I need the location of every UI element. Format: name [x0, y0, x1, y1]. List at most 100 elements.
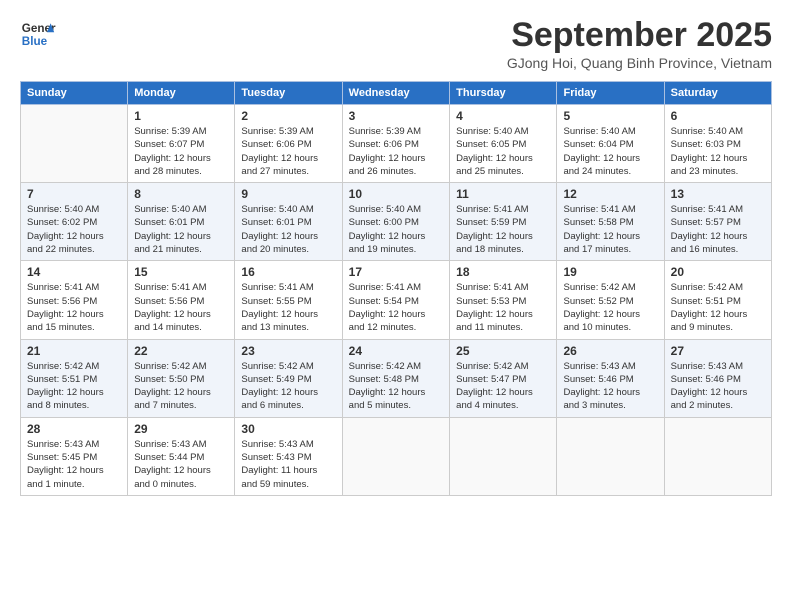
page-header: General Blue September 2025 GJong Hoi, Q…	[20, 16, 772, 71]
calendar-cell: 14 Sunrise: 5:41 AM Sunset: 5:56 PM Dayli…	[21, 261, 128, 339]
weekday-header-friday: Friday	[557, 82, 664, 105]
calendar-cell: 11Sunrise: 5:41 AM Sunset: 5:59 PM Dayli…	[450, 183, 557, 261]
day-info: Sunrise: 5:40 AM Sunset: 6:05 PM Dayligh…	[456, 125, 550, 178]
day-number: 27	[671, 344, 765, 358]
day-info: Sunrise: 5:41 AM Sunset: 5:54 PM Dayligh…	[349, 281, 444, 334]
calendar-cell	[450, 417, 557, 495]
calendar-cell	[664, 417, 771, 495]
weekday-header-wednesday: Wednesday	[342, 82, 450, 105]
day-info: Sunrise: 5:39 AM Sunset: 6:07 PM Dayligh…	[134, 125, 228, 178]
day-number: 14	[27, 265, 121, 279]
day-info: Sunrise: 5:41 AM Sunset: 5:56 PM Dayligh…	[27, 281, 121, 334]
day-info: Sunrise: 5:43 AM Sunset: 5:43 PM Dayligh…	[241, 438, 335, 491]
day-info: Sunrise: 5:43 AM Sunset: 5:46 PM Dayligh…	[563, 360, 657, 413]
week-row-2: 7Sunrise: 5:40 AM Sunset: 6:02 PM Daylig…	[21, 183, 772, 261]
day-info: Sunrise: 5:41 AM Sunset: 5:58 PM Dayligh…	[563, 203, 657, 256]
weekday-header-sunday: Sunday	[21, 82, 128, 105]
day-number: 17	[349, 265, 444, 279]
calendar-cell: 7Sunrise: 5:40 AM Sunset: 6:02 PM Daylig…	[21, 183, 128, 261]
day-number: 6	[671, 109, 765, 123]
calendar-cell: 23 Sunrise: 5:42 AM Sunset: 5:49 PM Dayli…	[235, 339, 342, 417]
calendar-cell: 30 Sunrise: 5:43 AM Sunset: 5:43 PM Dayli…	[235, 417, 342, 495]
calendar-cell: 29 Sunrise: 5:43 AM Sunset: 5:44 PM Dayli…	[128, 417, 235, 495]
day-info: Sunrise: 5:41 AM Sunset: 5:55 PM Dayligh…	[241, 281, 335, 334]
day-info: Sunrise: 5:42 AM Sunset: 5:50 PM Dayligh…	[134, 360, 228, 413]
title-area: September 2025 GJong Hoi, Quang Binh Pro…	[507, 16, 772, 71]
day-info: Sunrise: 5:42 AM Sunset: 5:49 PM Dayligh…	[241, 360, 335, 413]
calendar-cell: 24 Sunrise: 5:42 AM Sunset: 5:48 PM Dayli…	[342, 339, 450, 417]
weekday-header-thursday: Thursday	[450, 82, 557, 105]
calendar-cell: 15 Sunrise: 5:41 AM Sunset: 5:56 PM Dayli…	[128, 261, 235, 339]
calendar-cell: 6 Sunrise: 5:40 AM Sunset: 6:03 PM Daylig…	[664, 105, 771, 183]
day-number: 20	[671, 265, 765, 279]
day-info: Sunrise: 5:42 AM Sunset: 5:51 PM Dayligh…	[671, 281, 765, 334]
weekday-header-monday: Monday	[128, 82, 235, 105]
calendar-cell: 3 Sunrise: 5:39 AM Sunset: 6:06 PM Daylig…	[342, 105, 450, 183]
day-number: 9	[241, 187, 335, 201]
logo: General Blue	[20, 16, 56, 52]
day-number: 15	[134, 265, 228, 279]
logo-icon: General Blue	[20, 16, 56, 52]
calendar-cell: 22 Sunrise: 5:42 AM Sunset: 5:50 PM Dayli…	[128, 339, 235, 417]
location-title: GJong Hoi, Quang Binh Province, Vietnam	[507, 55, 772, 71]
day-number: 24	[349, 344, 444, 358]
calendar-cell: 26 Sunrise: 5:43 AM Sunset: 5:46 PM Dayli…	[557, 339, 664, 417]
day-number: 10	[349, 187, 444, 201]
day-number: 22	[134, 344, 228, 358]
day-info: Sunrise: 5:39 AM Sunset: 6:06 PM Dayligh…	[241, 125, 335, 178]
day-info: Sunrise: 5:40 AM Sunset: 6:03 PM Dayligh…	[671, 125, 765, 178]
day-info: Sunrise: 5:42 AM Sunset: 5:51 PM Dayligh…	[27, 360, 121, 413]
day-info: Sunrise: 5:41 AM Sunset: 5:57 PM Dayligh…	[671, 203, 765, 256]
calendar-header-row: SundayMondayTuesdayWednesdayThursdayFrid…	[21, 82, 772, 105]
week-row-4: 21 Sunrise: 5:42 AM Sunset: 5:51 PM Dayli…	[21, 339, 772, 417]
day-info: Sunrise: 5:43 AM Sunset: 5:44 PM Dayligh…	[134, 438, 228, 491]
day-number: 23	[241, 344, 335, 358]
day-number: 13	[671, 187, 765, 201]
calendar-cell: 10Sunrise: 5:40 AM Sunset: 6:00 PM Dayli…	[342, 183, 450, 261]
day-info: Sunrise: 5:43 AM Sunset: 5:45 PM Dayligh…	[27, 438, 121, 491]
day-info: Sunrise: 5:42 AM Sunset: 5:48 PM Dayligh…	[349, 360, 444, 413]
day-info: Sunrise: 5:43 AM Sunset: 5:46 PM Dayligh…	[671, 360, 765, 413]
calendar-cell: 9 Sunrise: 5:40 AM Sunset: 6:01 PM Daylig…	[235, 183, 342, 261]
day-number: 19	[563, 265, 657, 279]
calendar-table: SundayMondayTuesdayWednesdayThursdayFrid…	[20, 81, 772, 496]
day-number: 18	[456, 265, 550, 279]
day-number: 1	[134, 109, 228, 123]
calendar-cell: 8 Sunrise: 5:40 AM Sunset: 6:01 PM Daylig…	[128, 183, 235, 261]
day-info: Sunrise: 5:40 AM Sunset: 6:01 PM Dayligh…	[134, 203, 228, 256]
day-info: Sunrise: 5:39 AM Sunset: 6:06 PM Dayligh…	[349, 125, 444, 178]
week-row-3: 14 Sunrise: 5:41 AM Sunset: 5:56 PM Dayli…	[21, 261, 772, 339]
day-info: Sunrise: 5:42 AM Sunset: 5:52 PM Dayligh…	[563, 281, 657, 334]
day-number: 30	[241, 422, 335, 436]
day-info: Sunrise: 5:40 AM Sunset: 6:04 PM Dayligh…	[563, 125, 657, 178]
calendar-cell: 27 Sunrise: 5:43 AM Sunset: 5:46 PM Dayli…	[664, 339, 771, 417]
day-number: 12	[563, 187, 657, 201]
calendar-cell: 12 Sunrise: 5:41 AM Sunset: 5:58 PM Dayli…	[557, 183, 664, 261]
calendar-cell: 20 Sunrise: 5:42 AM Sunset: 5:51 PM Dayli…	[664, 261, 771, 339]
calendar-cell: 1 Sunrise: 5:39 AM Sunset: 6:07 PM Daylig…	[128, 105, 235, 183]
week-row-1: 1 Sunrise: 5:39 AM Sunset: 6:07 PM Daylig…	[21, 105, 772, 183]
day-number: 29	[134, 422, 228, 436]
day-info: Sunrise: 5:40 AM Sunset: 6:01 PM Dayligh…	[241, 203, 335, 256]
day-info: Sunrise: 5:41 AM Sunset: 5:56 PM Dayligh…	[134, 281, 228, 334]
day-number: 3	[349, 109, 444, 123]
calendar-cell: 2 Sunrise: 5:39 AM Sunset: 6:06 PM Daylig…	[235, 105, 342, 183]
weekday-header-saturday: Saturday	[664, 82, 771, 105]
day-info: Sunrise: 5:41 AM Sunset: 5:53 PM Dayligh…	[456, 281, 550, 334]
calendar-cell	[557, 417, 664, 495]
calendar-cell: 19 Sunrise: 5:42 AM Sunset: 5:52 PM Dayli…	[557, 261, 664, 339]
day-number: 28	[27, 422, 121, 436]
calendar-cell	[342, 417, 450, 495]
day-info: Sunrise: 5:41 AM Sunset: 5:59 PM Dayligh…	[456, 203, 550, 256]
month-title: September 2025	[507, 16, 772, 55]
day-number: 26	[563, 344, 657, 358]
svg-text:Blue: Blue	[22, 35, 48, 48]
day-number: 8	[134, 187, 228, 201]
day-number: 21	[27, 344, 121, 358]
calendar-cell: 4Sunrise: 5:40 AM Sunset: 6:05 PM Daylig…	[450, 105, 557, 183]
day-info: Sunrise: 5:42 AM Sunset: 5:47 PM Dayligh…	[456, 360, 550, 413]
calendar-cell: 25Sunrise: 5:42 AM Sunset: 5:47 PM Dayli…	[450, 339, 557, 417]
calendar-cell: 16Sunrise: 5:41 AM Sunset: 5:55 PM Dayli…	[235, 261, 342, 339]
day-number: 2	[241, 109, 335, 123]
calendar-cell: 5Sunrise: 5:40 AM Sunset: 6:04 PM Daylig…	[557, 105, 664, 183]
